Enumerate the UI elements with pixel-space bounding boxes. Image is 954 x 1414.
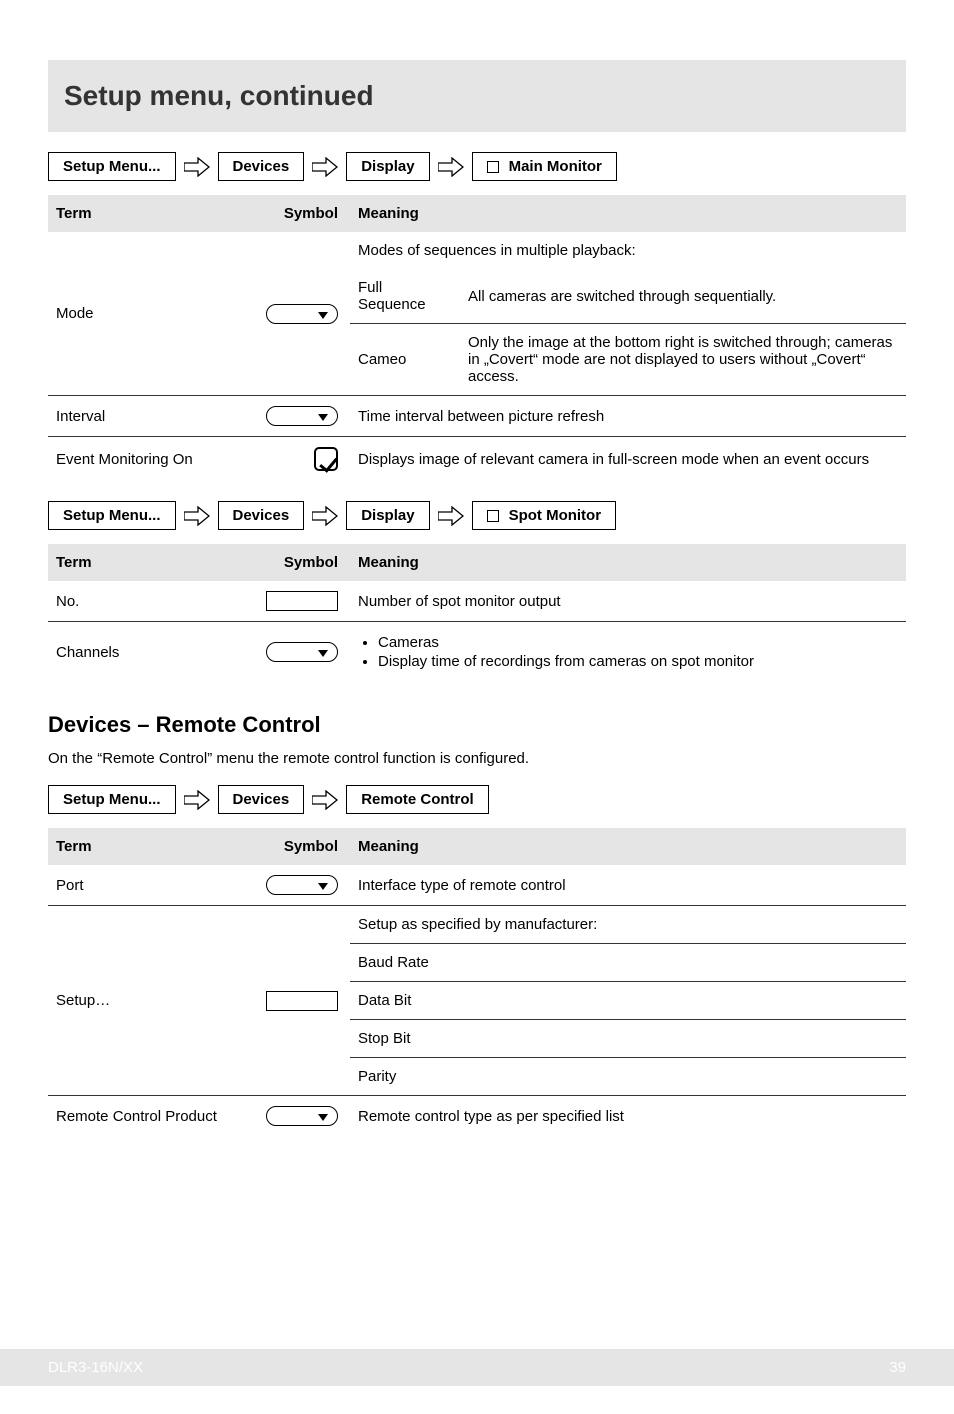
list-item: Cameras	[378, 634, 898, 651]
page-title-bar: Setup menu, continued	[48, 60, 906, 132]
arrow-right-icon	[438, 506, 464, 526]
meaning-port: Interface type of remote control	[350, 865, 906, 906]
table-remote-control: Term Symbol Meaning Port Interface type …	[48, 828, 906, 1136]
meaning-interval: Time interval between picture refresh	[350, 396, 906, 437]
field-box-icon	[266, 991, 338, 1011]
column-header-meaning: Meaning	[350, 195, 906, 232]
dropdown-icon	[266, 642, 338, 662]
term-mode: Mode	[48, 232, 258, 396]
column-header-term: Term	[48, 828, 258, 865]
breadcrumb-step: Setup Menu...	[48, 152, 176, 181]
section-description: On the “Remote Control” menu the remote …	[48, 750, 906, 767]
footer-page-number: 39	[889, 1359, 906, 1376]
breadcrumb-main-monitor: Setup Menu... Devices Display Main Monit…	[48, 152, 906, 181]
breadcrumb-step: Devices	[218, 501, 305, 530]
page-footer: DLR3-16N/XX 39	[0, 1349, 954, 1386]
meaning-cameo-text: Only the image at the bottom right is sw…	[460, 324, 906, 396]
section-heading-remote-control: Devices – Remote Control	[48, 712, 906, 738]
meaning-setup-stopbit: Stop Bit	[350, 1020, 906, 1058]
meaning-channels: Cameras Display time of recordings from …	[350, 622, 906, 683]
checkbox-checked-icon	[314, 447, 338, 471]
meaning-mode-intro: Modes of sequences in multiple playback:	[350, 232, 906, 269]
term-setup: Setup…	[48, 906, 258, 1096]
meaning-setup-baud: Baud Rate	[350, 944, 906, 982]
arrow-right-icon	[438, 157, 464, 177]
arrow-right-icon	[312, 790, 338, 810]
breadcrumb-step: Setup Menu...	[48, 785, 176, 814]
term-rcp: Remote Control Product	[48, 1096, 258, 1137]
column-header-term: Term	[48, 195, 258, 232]
meaning-setup-parity: Parity	[350, 1058, 906, 1096]
breadcrumb-label: Main Monitor	[509, 158, 602, 175]
breadcrumb-step: Devices	[218, 785, 305, 814]
meaning-cameo-label: Cameo	[350, 324, 460, 396]
dropdown-icon	[266, 1106, 338, 1126]
breadcrumb-step: Devices	[218, 152, 305, 181]
checkbox-icon	[487, 161, 499, 173]
arrow-right-icon	[184, 157, 210, 177]
column-header-meaning: Meaning	[350, 828, 906, 865]
meaning-rcp: Remote control type as per specified lis…	[350, 1096, 906, 1137]
breadcrumb-step: Setup Menu...	[48, 501, 176, 530]
breadcrumb-step: Display	[346, 152, 429, 181]
term-event-monitoring: Event Monitoring On	[48, 437, 258, 482]
column-header-symbol: Symbol	[258, 195, 350, 232]
breadcrumb-step: Spot Monitor	[472, 501, 616, 530]
column-header-meaning: Meaning	[350, 544, 906, 581]
meaning-setup-databit: Data Bit	[350, 982, 906, 1020]
breadcrumb-step: Display	[346, 501, 429, 530]
footer-model: DLR3-16N/XX	[48, 1359, 143, 1376]
arrow-right-icon	[312, 157, 338, 177]
column-header-symbol: Symbol	[258, 544, 350, 581]
page-title: Setup menu, continued	[64, 80, 890, 112]
meaning-no: Number of spot monitor output	[350, 581, 906, 622]
field-box-icon	[266, 591, 338, 611]
breadcrumb-step: Remote Control	[346, 785, 489, 814]
dropdown-icon	[266, 406, 338, 426]
meaning-full-label: Full Sequence	[350, 269, 460, 324]
meaning-event-monitoring: Displays image of relevant camera in ful…	[350, 437, 906, 482]
dropdown-icon	[266, 875, 338, 895]
breadcrumb-spot-monitor: Setup Menu... Devices Display Spot Monit…	[48, 501, 906, 530]
meaning-full-text: All cameras are switched through sequent…	[460, 269, 906, 324]
column-header-term: Term	[48, 544, 258, 581]
breadcrumb-remote-control: Setup Menu... Devices Remote Control	[48, 785, 906, 814]
table-spot-monitor: Term Symbol Meaning No. Number of spot m…	[48, 544, 906, 682]
term-interval: Interval	[48, 396, 258, 437]
term-channels: Channels	[48, 622, 258, 683]
term-port: Port	[48, 865, 258, 906]
table-main-monitor: Term Symbol Meaning Mode Modes of sequen…	[48, 195, 906, 481]
list-item: Display time of recordings from cameras …	[378, 653, 898, 670]
arrow-right-icon	[312, 506, 338, 526]
arrow-right-icon	[184, 790, 210, 810]
breadcrumb-label: Spot Monitor	[509, 507, 601, 524]
checkbox-icon	[487, 510, 499, 522]
breadcrumb-step: Main Monitor	[472, 152, 617, 181]
arrow-right-icon	[184, 506, 210, 526]
meaning-setup-intro: Setup as specified by manufacturer:	[350, 906, 906, 944]
dropdown-icon	[266, 304, 338, 324]
term-no: No.	[48, 581, 258, 622]
column-header-symbol: Symbol	[258, 828, 350, 865]
